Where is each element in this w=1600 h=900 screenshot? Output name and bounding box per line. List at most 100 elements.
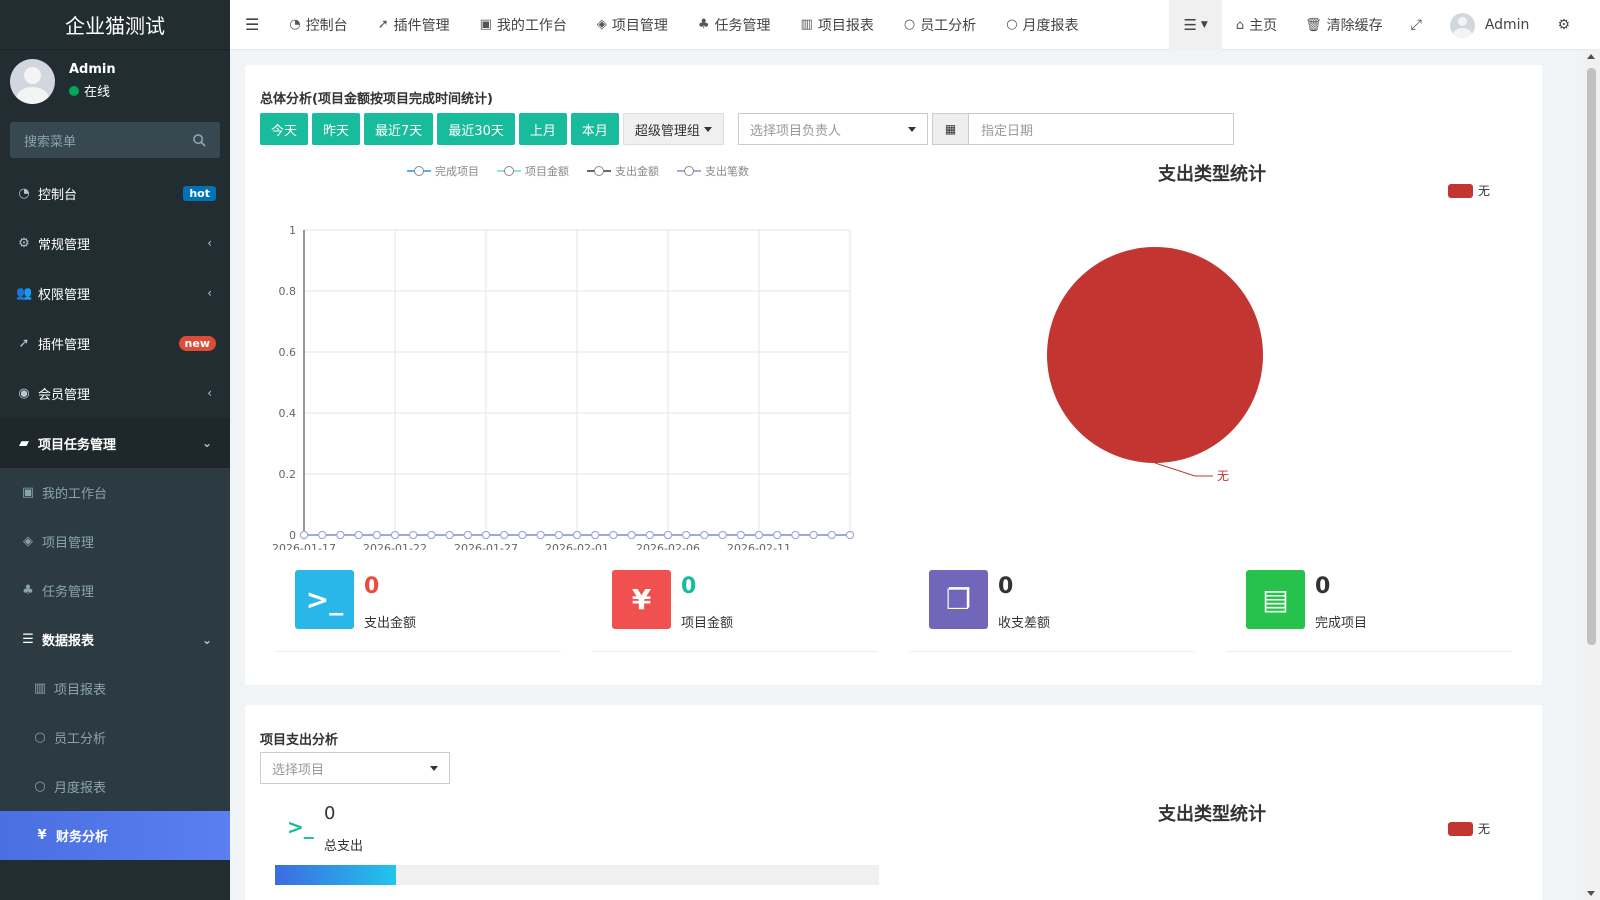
user-circle-icon: ◉ (18, 385, 30, 401)
sitemap-icon: ♣ (22, 583, 34, 598)
sidebar-item-general[interactable]: ⚙ 常规管理 ‹ (0, 218, 230, 268)
search-icon[interactable] (193, 133, 206, 147)
data-point (846, 531, 854, 539)
dashboard-icon: ◔ (18, 185, 30, 201)
sidebar-item-project-tasks[interactable]: ▰ 项目任务管理 ⌄ (0, 418, 230, 468)
home-link[interactable]: ⌂ 主页 (1222, 0, 1291, 50)
data-point (500, 531, 509, 539)
date-input[interactable]: 指定日期 (969, 114, 1233, 144)
project-select[interactable]: 选择项目 (260, 752, 450, 784)
tab-dashboard[interactable]: ◔ 控制台 (274, 0, 362, 50)
y-tick-label: 0.8 (279, 285, 297, 298)
last-30-days-button[interactable]: 最近30天 (437, 113, 515, 145)
sidebar-item-project-report[interactable]: ▥ 项目报表 (0, 664, 230, 713)
y-tick-label: 0 (289, 529, 296, 542)
date-filter-buttons: 今天 昨天 最近7天 最近30天 上月 本月 超级管理组 (260, 113, 728, 145)
sidebar-item-dashboard[interactable]: ◔ 控制台 hot (0, 168, 230, 218)
data-point (827, 531, 836, 539)
tab-workbench[interactable]: ▣ 我的工作台 (465, 0, 582, 50)
calendar-icon: ▦ (933, 114, 969, 144)
sidebar-item-auth[interactable]: 👥 权限管理 ‹ (0, 268, 230, 318)
tab-project-report[interactable]: ▥ 项目报表 (786, 0, 889, 50)
pie-legend-item[interactable]: 无 (1448, 820, 1490, 837)
tab-monthly-report[interactable]: ○ 月度报表 (991, 0, 1093, 50)
tab-projects[interactable]: ◈ 项目管理 (582, 0, 683, 50)
cogs-icon: ⚙ (18, 235, 30, 251)
fullscreen-button[interactable]: ⤢ (1397, 0, 1436, 50)
tab-plugins[interactable]: ➚ 插件管理 (363, 0, 465, 50)
expense-progress-track (275, 865, 879, 885)
bar-chart-icon: ▥ (33, 681, 47, 696)
data-point (627, 531, 636, 539)
scroll-down-icon[interactable] (1587, 891, 1595, 896)
circle-icon: ○ (903, 17, 916, 32)
settings-button[interactable]: ⚙ (1543, 0, 1600, 50)
sidebar-item-members[interactable]: ◉ 会员管理 ‹ (0, 368, 230, 418)
expand-icon: ⤢ (1410, 17, 1422, 33)
stat-balance: ❐ 0 收支差额 (909, 570, 1195, 652)
pie-chart: 无 (1047, 247, 1263, 483)
sidebar-search-input[interactable]: 搜索菜单 (10, 122, 220, 158)
sidebar-item-projects[interactable]: ◈ 项目管理 (0, 517, 230, 566)
gear-icon: ⚙ (1557, 17, 1570, 33)
avatar (1449, 12, 1475, 38)
last-7-days-button[interactable]: 最近7天 (364, 113, 434, 145)
sidebar-item-tasks[interactable]: ♣ 任务管理 (0, 566, 230, 615)
x-tick-label: 2026-02-11 (727, 542, 791, 550)
circle-icon: ○ (1006, 17, 1018, 32)
legend-item[interactable]: 支出笔数 (677, 163, 749, 179)
owner-select[interactable]: 选择项目负责人 (738, 113, 928, 145)
sidebar-item-staff-analysis[interactable]: ○ 员工分析 (0, 713, 230, 762)
calendar-check-icon: ▣ (21, 485, 35, 500)
yesterday-button[interactable]: 昨天 (312, 113, 361, 145)
chevron-down-icon: ⌄ (201, 436, 212, 450)
x-tick-label: 2026-01-27 (454, 542, 518, 550)
data-point (664, 531, 672, 539)
data-point (773, 531, 782, 539)
legend-item[interactable]: 完成项目 (407, 163, 479, 179)
main-content: 总体分析(项目金额按项目完成时间统计) 今天 昨天 最近7天 最近30天 上月 … (230, 50, 1600, 900)
today-button[interactable]: 今天 (260, 113, 309, 145)
date-picker[interactable]: ▦ 指定日期 (932, 113, 1234, 145)
last-month-button[interactable]: 上月 (518, 113, 567, 145)
cube-icon: ◈ (23, 534, 33, 549)
scrollbar-thumb[interactable] (1587, 68, 1596, 645)
sidebar-item-workbench[interactable]: ▣ 我的工作台 (0, 468, 230, 517)
data-point (518, 531, 527, 539)
tab-tasks[interactable]: ♣ 任务管理 (683, 0, 786, 50)
data-point (573, 531, 581, 539)
sidebar-item-plugins[interactable]: ➚ 插件管理 new (0, 318, 230, 368)
pie-label: 无 (1217, 469, 1229, 483)
clear-cache-button[interactable]: 🗑 清除缓存 (1291, 0, 1397, 50)
sitemap-icon: ♣ (697, 17, 710, 32)
legend-item[interactable]: 支出金额 (587, 163, 659, 179)
terminal-icon: >_ (295, 570, 354, 629)
tab-staff-analysis[interactable]: ○ 员工分析 (889, 0, 991, 50)
pie-title: 支出类型统计 (1158, 164, 1266, 185)
yen-icon: ¥ (37, 828, 47, 843)
data-point (736, 531, 745, 539)
data-point (682, 531, 691, 539)
sidebar-item-reports[interactable]: ☰ 数据报表 ⌄ (0, 615, 230, 664)
app-logo[interactable]: 企业猫测试 (0, 0, 230, 50)
scroll-up-icon[interactable] (1587, 54, 1595, 59)
group-dropdown[interactable]: 超级管理组 (622, 113, 724, 145)
cube-icon: ◈ (596, 17, 607, 32)
tabs-dropdown-button[interactable]: ☰ ▼ (1169, 0, 1222, 50)
user-panel: Admin 在线 (0, 50, 230, 112)
page-scrollbar[interactable] (1583, 50, 1600, 900)
user-menu[interactable]: Admin (1436, 0, 1544, 50)
stat-completed: ▤ 0 完成项目 (1226, 570, 1512, 652)
pie-legend-item[interactable]: 无 (1448, 182, 1490, 199)
pie-slice (1047, 247, 1263, 463)
data-point (354, 531, 363, 539)
legend-item[interactable]: 项目金额 (497, 163, 569, 179)
total-expense-label: 总支出 (324, 839, 364, 854)
sidebar-item-finance[interactable]: ¥ 财务分析 (0, 811, 230, 860)
y-tick-label: 0.2 (279, 468, 297, 481)
this-month-button[interactable]: 本月 (570, 113, 619, 145)
sidebar-item-monthly-report[interactable]: ○ 月度报表 (0, 762, 230, 811)
y-tick-label: 0.4 (279, 407, 297, 420)
menu-toggle-button[interactable]: ☰ (230, 0, 274, 50)
dashboard-icon: ◔ (289, 17, 301, 32)
